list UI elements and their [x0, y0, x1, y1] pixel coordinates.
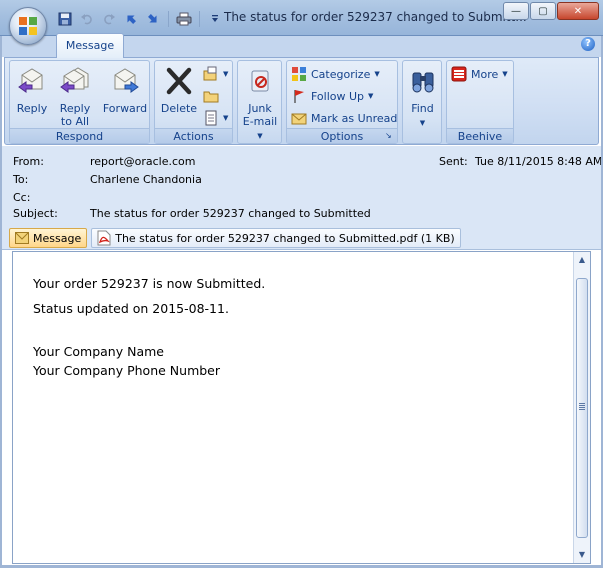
chevron-down-icon: ▼ — [257, 132, 263, 140]
document-icon — [205, 110, 217, 126]
categorize-button[interactable]: Categorize ▼ — [291, 64, 380, 84]
to-value[interactable]: Charlene Chandonia — [90, 173, 202, 186]
junk-email-icon — [251, 70, 269, 92]
toolbar-separator — [199, 11, 200, 27]
print-icon[interactable] — [175, 10, 193, 28]
office-button[interactable] — [9, 7, 47, 45]
scroll-down-icon[interactable]: ▼ — [574, 547, 590, 563]
body-line-company: Your Company Name — [33, 344, 164, 359]
junk-group: Junk E-mail ▼ — [237, 60, 282, 144]
subject-label: Subject: — [13, 207, 58, 220]
scroll-grip-icon — [579, 403, 585, 410]
minimize-icon: — — [511, 5, 521, 17]
toolbar-separator — [168, 11, 169, 27]
vertical-scrollbar[interactable]: ▲ ▼ — [573, 252, 590, 563]
reply-all-button[interactable]: Reply to All — [56, 65, 94, 128]
body-line-order: Your order 529237 is now Submitted. — [33, 276, 266, 291]
message-tab-chip[interactable]: Message — [9, 228, 88, 248]
help-icon[interactable]: ? — [581, 37, 595, 51]
forward-button[interactable]: Forward — [102, 65, 148, 115]
beehive-group: More ▼ Beehive — [446, 60, 514, 144]
close-icon: ✕ — [573, 5, 583, 17]
sent-value: Tue 8/11/2015 8:48 AM — [475, 155, 603, 168]
chevron-down-icon: ▼ — [502, 70, 508, 78]
unread-envelope-icon — [291, 113, 307, 125]
attachment-bar: Message The status for order 529237 chan… — [9, 227, 599, 249]
mark-as-unread-button[interactable]: Mark as Unread — [291, 108, 397, 128]
folder-icon — [203, 91, 219, 103]
options-group-label: Options — [287, 128, 397, 143]
respond-group-label: Respond — [10, 128, 149, 143]
pdf-attachment[interactable]: The status for order 529237 changed to S… — [91, 228, 461, 248]
delete-button[interactable]: Delete — [159, 65, 199, 115]
forward-icon — [114, 68, 139, 93]
other-actions-button[interactable]: ▼ — [203, 108, 228, 128]
close-button[interactable]: ✕ — [557, 2, 599, 20]
actions-group: Delete ▼ ▼ Actions — [154, 60, 233, 144]
previous-item-icon[interactable] — [122, 10, 140, 28]
find-button[interactable]: Find ▼ — [404, 65, 441, 130]
dialog-launcher-icon[interactable]: ↘ — [385, 131, 395, 141]
redo-icon[interactable] — [100, 10, 118, 28]
chevron-down-icon: ▼ — [368, 92, 374, 100]
respond-group: Reply Reply to All Forward Respond — [9, 60, 150, 144]
customize-dropdown-icon[interactable] — [206, 10, 224, 28]
window-title: The status for order 529237 changed to S… — [224, 10, 527, 24]
message-body[interactable]: Your order 529237 is now Submitted. Stat… — [12, 251, 591, 564]
actions-group-label: Actions — [155, 128, 232, 143]
more-button[interactable]: More ▼ — [451, 64, 508, 84]
find-group: Find ▼ — [402, 60, 442, 144]
chevron-down-icon: ▼ — [374, 70, 380, 78]
to-label: To: — [13, 173, 29, 186]
body-line-status: Status updated on 2015-08-11. — [33, 301, 229, 316]
junk-email-button[interactable]: Junk E-mail ▼ — [239, 65, 281, 143]
reply-button[interactable]: Reply — [14, 65, 50, 115]
subject-value: The status for order 529237 changed to S… — [90, 207, 371, 220]
tab-message[interactable]: Message — [56, 33, 124, 58]
reply-icon — [18, 68, 43, 93]
options-group: Categorize ▼ Follow Up ▼ Mark as Unread … — [286, 60, 398, 144]
beehive-icon — [451, 66, 467, 82]
body-line-phone: Your Company Phone Number — [33, 363, 221, 378]
envelope-icon — [15, 232, 29, 244]
from-value[interactable]: report@oracle.com — [90, 155, 195, 168]
categorize-icon — [292, 67, 306, 81]
follow-up-button[interactable]: Follow Up ▼ — [291, 86, 373, 106]
reply-all-icon — [60, 67, 89, 93]
save-icon[interactable] — [56, 10, 74, 28]
title-bar: The status for order 529237 changed to S… — [0, 0, 603, 36]
scroll-up-icon[interactable]: ▲ — [574, 252, 590, 268]
next-item-icon[interactable] — [144, 10, 162, 28]
undo-icon[interactable] — [78, 10, 96, 28]
chevron-down-icon: ▼ — [223, 70, 229, 78]
chevron-down-icon: ▼ — [223, 114, 229, 122]
delete-icon — [166, 67, 192, 95]
maximize-icon: ▢ — [538, 5, 548, 17]
office-logo-icon — [19, 17, 37, 35]
move-to-folder-button[interactable]: ▼ — [203, 64, 228, 84]
minimize-button[interactable]: — — [503, 2, 529, 20]
sent-label: Sent: — [439, 155, 468, 168]
flag-icon — [294, 90, 304, 103]
cc-label: Cc: — [13, 191, 31, 204]
chevron-down-icon: ▼ — [419, 119, 426, 127]
pdf-icon — [97, 230, 111, 246]
quick-access-toolbar — [56, 9, 224, 29]
maximize-button[interactable]: ▢ — [530, 2, 556, 20]
from-label: From: — [13, 155, 44, 168]
move-to-folder-icon — [203, 66, 217, 81]
window-controls: — ▢ ✕ — [503, 2, 599, 20]
binoculars-icon — [412, 72, 433, 93]
scroll-thumb[interactable] — [576, 278, 588, 538]
ribbon: Reply Reply to All Forward Respond Delet… — [4, 57, 599, 145]
beehive-group-label: Beehive — [447, 128, 513, 143]
create-rule-button[interactable] — [203, 86, 219, 106]
